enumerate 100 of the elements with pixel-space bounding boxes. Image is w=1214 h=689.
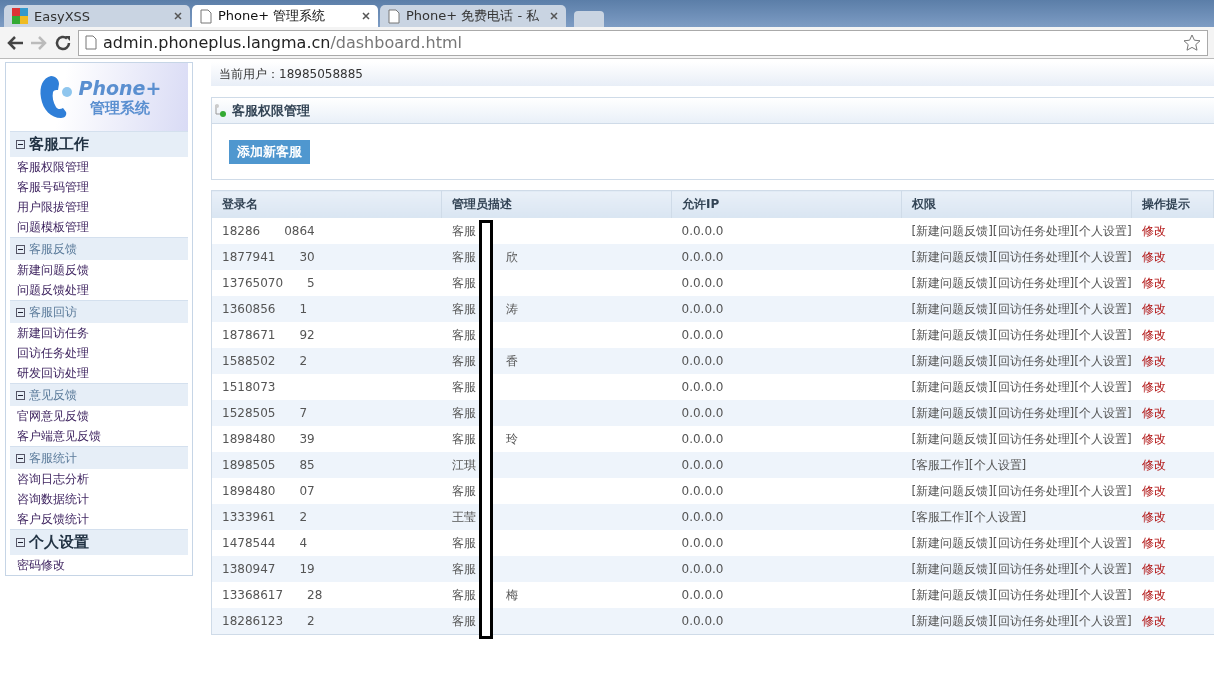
edit-link[interactable]: 修改 bbox=[1141, 379, 1166, 394]
table-cell: 0.0.0.0 bbox=[681, 328, 724, 342]
table-cell: 客服 bbox=[451, 379, 476, 394]
table-cell: 1380947 19 bbox=[222, 562, 315, 576]
sidebar-item[interactable]: 研发回访处理 bbox=[10, 363, 188, 383]
edit-link[interactable]: 修改 bbox=[1141, 249, 1166, 264]
sidebar-item[interactable]: 新建回访任务 bbox=[10, 323, 188, 343]
table-cell: 1898480 07 bbox=[222, 484, 315, 498]
table-cell: 客服 玲 bbox=[451, 431, 518, 446]
table-cell: 客服 香 bbox=[451, 353, 518, 368]
table-cell: 1878671 92 bbox=[222, 328, 315, 342]
sidebar-item[interactable]: 咨询日志分析 bbox=[10, 469, 188, 489]
table-cell: 客服 bbox=[451, 405, 476, 420]
table-cell: 1528505 7 bbox=[222, 406, 308, 420]
browser-tab[interactable]: Phone+ 管理系统 bbox=[192, 5, 378, 27]
address-bar[interactable]: admin.phoneplus.langma.cn/dashboard.html bbox=[78, 29, 1208, 56]
edit-link[interactable]: 修改 bbox=[1141, 405, 1166, 420]
table-cell: 0.0.0.0 bbox=[681, 432, 724, 446]
section-header[interactable]: 客服工作 bbox=[10, 131, 188, 157]
section-header[interactable]: 客服统计 bbox=[10, 446, 188, 469]
table-cell: 0.0.0.0 bbox=[681, 588, 724, 602]
table-cell: [新建问题反馈][回访任务处理][个人设置] bbox=[911, 301, 1132, 316]
table-cell: [新建问题反馈][回访任务处理][个人设置] bbox=[911, 327, 1132, 342]
table-cell: [新建问题反馈][回访任务处理][个人设置] bbox=[911, 431, 1132, 446]
table-cell: 客服 bbox=[451, 275, 476, 290]
sidebar-item[interactable]: 官网意见反馈 bbox=[10, 406, 188, 426]
table-cell: 0.0.0.0 bbox=[681, 458, 724, 472]
section-header[interactable]: 个人设置 bbox=[10, 529, 188, 555]
table-cell: 0.0.0.0 bbox=[681, 302, 724, 316]
table-cell: 客服 bbox=[451, 613, 476, 628]
edit-link[interactable]: 修改 bbox=[1141, 613, 1166, 628]
table-cell: 0.0.0.0 bbox=[681, 510, 724, 524]
table-cell: [新建问题反馈][回访任务处理][个人设置] bbox=[911, 587, 1132, 602]
sidebar-item[interactable]: 问题模板管理 bbox=[10, 217, 188, 237]
sidebar-item[interactable]: 用户限拔管理 bbox=[10, 197, 188, 217]
table-cell: [新建问题反馈][回访任务处理][个人设置] bbox=[911, 379, 1132, 394]
table-cell: 客服 bbox=[451, 483, 476, 498]
column-header: 允许IP bbox=[671, 190, 902, 218]
sidebar-item[interactable]: 客服号码管理 bbox=[10, 177, 188, 197]
column-header: 管理员描述 bbox=[441, 190, 672, 218]
edit-link[interactable]: 修改 bbox=[1141, 509, 1166, 524]
edit-link[interactable]: 修改 bbox=[1141, 223, 1166, 238]
section-header[interactable]: 意见反馈 bbox=[10, 383, 188, 406]
table-cell: 1478544 4 bbox=[222, 536, 308, 550]
table-cell: 0.0.0.0 bbox=[681, 484, 724, 498]
table-cell: 0.0.0.0 bbox=[681, 380, 724, 394]
table-cell: 客服 bbox=[451, 535, 476, 550]
table-cell: 1333961 2 bbox=[222, 510, 308, 524]
table-cell: [新建问题反馈][回访任务处理][个人设置] bbox=[911, 249, 1132, 264]
table-cell: 0.0.0.0 bbox=[681, 224, 724, 238]
sidebar-item[interactable]: 客服权限管理 bbox=[10, 157, 188, 177]
table-cell: 1518073 bbox=[222, 380, 276, 394]
table-cell: [新建问题反馈][回访任务处理][个人设置] bbox=[911, 275, 1132, 290]
table-cell: 客服 梅 bbox=[451, 587, 518, 602]
browser-tab[interactable]: Phone+ 免费电话 - 私 bbox=[380, 5, 566, 27]
sidebar-item[interactable]: 问题反馈处理 bbox=[10, 280, 188, 300]
section-header[interactable]: 客服回访 bbox=[10, 300, 188, 323]
edit-link[interactable]: 修改 bbox=[1141, 535, 1166, 550]
table-cell: 0.0.0.0 bbox=[681, 536, 724, 550]
sidebar-item[interactable]: 咨询数据统计 bbox=[10, 489, 188, 509]
sidebar-item[interactable]: 密码修改 bbox=[10, 555, 188, 575]
edit-link[interactable]: 修改 bbox=[1141, 483, 1166, 498]
sidebar-item[interactable]: 客户端意见反馈 bbox=[10, 426, 188, 446]
column-header: 权限 bbox=[901, 190, 1132, 218]
table-cell: 王莹 bbox=[451, 509, 476, 524]
table-cell: 客服 欣 bbox=[451, 249, 518, 264]
section-header[interactable]: 客服反馈 bbox=[10, 237, 188, 260]
edit-link[interactable]: 修改 bbox=[1141, 457, 1166, 472]
edit-link[interactable]: 修改 bbox=[1141, 301, 1166, 316]
table-cell: [新建问题反馈][回访任务处理][个人设置] bbox=[911, 561, 1132, 576]
table-cell: [客服工作][个人设置] bbox=[911, 509, 1027, 524]
table-cell: [新建问题反馈][回访任务处理][个人设置] bbox=[911, 405, 1132, 420]
table-cell: 18286 0864 bbox=[222, 224, 315, 238]
edit-link[interactable]: 修改 bbox=[1141, 353, 1166, 368]
table-cell: 客服 bbox=[451, 223, 476, 238]
browser-tab[interactable]: EasyXSS bbox=[4, 5, 190, 27]
table-cell: 1898505 85 bbox=[222, 458, 315, 472]
table-cell: 客服 bbox=[451, 327, 476, 342]
edit-link[interactable]: 修改 bbox=[1141, 561, 1166, 576]
table-cell: [新建问题反馈][回访任务处理][个人设置] bbox=[911, 223, 1132, 238]
table-cell: 0.0.0.0 bbox=[681, 406, 724, 420]
sidebar-item[interactable]: 客户反馈统计 bbox=[10, 509, 188, 529]
table-cell: 0.0.0.0 bbox=[681, 354, 724, 368]
table-cell: 0.0.0.0 bbox=[681, 614, 724, 628]
table-cell: 18286123 2 bbox=[222, 614, 315, 628]
table-cell: [客服工作][个人设置] bbox=[911, 457, 1027, 472]
table-cell: 1898480 39 bbox=[222, 432, 315, 446]
table-cell: 1877941 30 bbox=[222, 250, 315, 264]
table-cell: 0.0.0.0 bbox=[681, 250, 724, 264]
sidebar-item[interactable]: 回访任务处理 bbox=[10, 343, 188, 363]
edit-link[interactable]: 修改 bbox=[1141, 431, 1166, 446]
table-cell: 0.0.0.0 bbox=[681, 276, 724, 290]
table-cell: 客服 涛 bbox=[451, 301, 518, 316]
column-header: 登录名 bbox=[211, 190, 442, 218]
table-cell: [新建问题反馈][回访任务处理][个人设置] bbox=[911, 353, 1132, 368]
edit-link[interactable]: 修改 bbox=[1141, 327, 1166, 342]
edit-link[interactable]: 修改 bbox=[1141, 587, 1166, 602]
table-cell: [新建问题反馈][回访任务处理][个人设置] bbox=[911, 613, 1132, 628]
sidebar-item[interactable]: 新建问题反馈 bbox=[10, 260, 188, 280]
edit-link[interactable]: 修改 bbox=[1141, 275, 1166, 290]
